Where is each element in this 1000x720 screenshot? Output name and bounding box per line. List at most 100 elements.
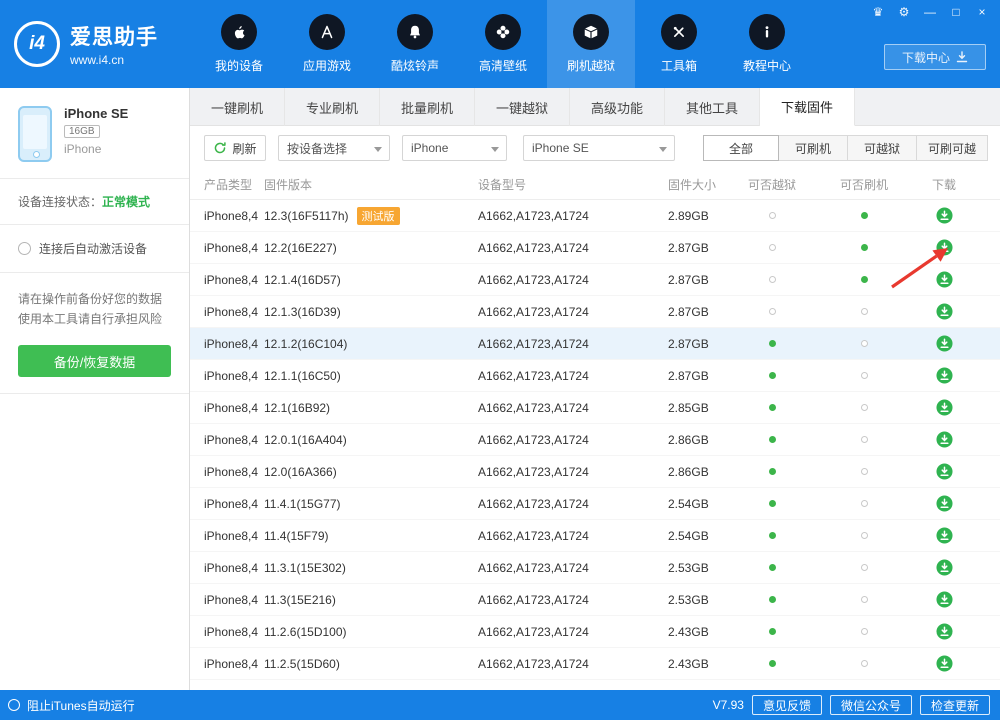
download-center-button[interactable]: 下载中心 [884, 44, 986, 70]
segment-button-2[interactable]: 可越狱 [847, 135, 917, 161]
footer-button-1[interactable]: 微信公众号 [830, 695, 912, 715]
table-row[interactable]: iPhone8,412.1.3(16D39)A1662,A1723,A17242… [190, 296, 1000, 328]
download-button[interactable] [936, 591, 953, 608]
download-button[interactable] [936, 655, 953, 672]
table-row[interactable]: iPhone8,411.4.1(15G77)A1662,A1723,A17242… [190, 488, 1000, 520]
device-model-cell: A1662,A1723,A1724 [478, 209, 668, 223]
vip-icon[interactable]: ♛ [870, 4, 886, 20]
nav-item-box[interactable]: 刷机越狱 [547, 0, 635, 88]
download-button[interactable] [936, 335, 953, 352]
flashable-indicator [814, 500, 914, 507]
flashable-indicator [814, 308, 914, 315]
footer-button-0[interactable]: 意见反馈 [752, 695, 822, 715]
firmware-version-cell: 12.1.2(16C104) [264, 337, 478, 351]
segment-button-3[interactable]: 可刷可越 [916, 135, 988, 161]
backup-restore-button[interactable]: 备份/恢复数据 [18, 345, 171, 377]
firmware-version-cell: 12.0(16A366) [264, 465, 478, 479]
table-row[interactable]: iPhone8,412.1.4(16D57)A1662,A1723,A17242… [190, 264, 1000, 296]
table-row[interactable]: iPhone8,412.1(16B92)A1662,A1723,A17242.8… [190, 392, 1000, 424]
table-row[interactable]: iPhone8,412.0(16A366)A1662,A1723,A17242.… [190, 456, 1000, 488]
brand-dropdown[interactable]: iPhone [402, 135, 507, 161]
maximize-icon[interactable]: □ [948, 4, 964, 20]
col-header-flash: 可否刷机 [814, 176, 914, 193]
nav-item-wallpaper[interactable]: 高清壁纸 [459, 0, 547, 88]
brand-name: 爱思助手 [70, 21, 158, 51]
select-mode-dropdown[interactable]: 按设备选择 [278, 135, 390, 161]
device-model-cell: A1662,A1723,A1724 [478, 657, 668, 671]
segment-button-0[interactable]: 全部 [703, 135, 779, 161]
tab-1[interactable]: 专业刷机 [285, 88, 380, 126]
auto-activate-toggle[interactable]: 连接后自动激活设备 [0, 225, 189, 273]
device-model-label: iPhone [64, 142, 128, 156]
product-type-cell: iPhone8,4 [204, 337, 264, 351]
refresh-button[interactable]: 刷新 [204, 135, 266, 161]
download-button[interactable] [936, 495, 953, 512]
col-header-product: 产品类型 [204, 176, 264, 193]
download-button[interactable] [936, 271, 953, 288]
nav-item-appstore[interactable]: 应用游戏 [283, 0, 371, 88]
flashable-indicator [814, 564, 914, 571]
table-row[interactable]: iPhone8,411.2.6(15D100)A1662,A1723,A1724… [190, 616, 1000, 648]
model-dropdown[interactable]: iPhone SE [523, 135, 675, 161]
firmware-version-cell: 12.1.4(16D57) [264, 273, 478, 287]
download-button[interactable] [936, 239, 953, 256]
firmware-version-cell: 11.3(15E216) [264, 593, 478, 607]
nav-item-apple[interactable]: 我的设备 [195, 0, 283, 88]
footer-button-2[interactable]: 检查更新 [920, 695, 990, 715]
download-button[interactable] [936, 303, 953, 320]
tab-5[interactable]: 其他工具 [665, 88, 760, 126]
device-model-cell: A1662,A1723,A1724 [478, 273, 668, 287]
firmware-version-cell: 11.3.1(15E302) [264, 561, 478, 575]
nav-item-label: 工具箱 [661, 57, 697, 74]
download-button[interactable] [936, 367, 953, 384]
nav-item-toolbox[interactable]: 工具箱 [635, 0, 723, 88]
device-capacity-badge: 16GB [64, 125, 100, 138]
table-row[interactable]: iPhone8,411.2.5(15D60)A1662,A1723,A17242… [190, 648, 1000, 680]
table-row[interactable]: iPhone8,412.2(16E227)A1662,A1723,A17242.… [190, 232, 1000, 264]
table-row[interactable]: iPhone8,411.3.1(15E302)A1662,A1723,A1724… [190, 552, 1000, 584]
download-button[interactable] [936, 527, 953, 544]
download-button[interactable] [936, 399, 953, 416]
table-row[interactable]: iPhone8,412.0.1(16A404)A1662,A1723,A1724… [190, 424, 1000, 456]
table-row[interactable]: iPhone8,411.3(15E216)A1662,A1723,A17242.… [190, 584, 1000, 616]
download-button[interactable] [936, 463, 953, 480]
flashable-indicator [814, 468, 914, 475]
top-bar: i4 爱思助手 www.i4.cn 我的设备应用游戏酷炫铃声高清壁纸刷机越狱工具… [0, 0, 1000, 88]
download-button[interactable] [936, 623, 953, 640]
device-model-cell: A1662,A1723,A1724 [478, 625, 668, 639]
close-icon[interactable]: × [974, 4, 990, 20]
firmware-size-cell: 2.86GB [668, 465, 730, 479]
firmware-size-cell: 2.85GB [668, 401, 730, 415]
settings-icon[interactable]: ⚙ [896, 4, 912, 20]
nav-item-bell[interactable]: 酷炫铃声 [371, 0, 459, 88]
block-itunes-toggle[interactable]: 阻止iTunes自动运行 [8, 697, 135, 714]
brand-value: iPhone [411, 141, 448, 155]
nav-item-info[interactable]: 教程中心 [723, 0, 811, 88]
download-button[interactable] [936, 559, 953, 576]
download-button[interactable] [936, 207, 953, 224]
beta-badge: 测试版 [357, 207, 400, 225]
firmware-version-cell: 11.4(15F79) [264, 529, 478, 543]
tab-6[interactable]: 下载固件 [760, 88, 855, 126]
tab-0[interactable]: 一键刷机 [190, 88, 285, 126]
firmware-size-cell: 2.87GB [668, 241, 730, 255]
table-row[interactable]: iPhone8,411.4(15F79)A1662,A1723,A17242.5… [190, 520, 1000, 552]
product-type-cell: iPhone8,4 [204, 401, 264, 415]
product-type-cell: iPhone8,4 [204, 209, 264, 223]
table-row[interactable]: iPhone8,412.1.2(16C104)A1662,A1723,A1724… [190, 328, 1000, 360]
minimize-icon[interactable]: — [922, 4, 938, 20]
download-button[interactable] [936, 431, 953, 448]
table-row[interactable]: iPhone8,412.3(16F5117h)测试版A1662,A1723,A1… [190, 200, 1000, 232]
sidebar: iPhone SE 16GB iPhone 设备连接状态：正常模式 连接后自动激… [0, 88, 190, 690]
tab-2[interactable]: 批量刷机 [380, 88, 475, 126]
segment-button-1[interactable]: 可刷机 [778, 135, 848, 161]
connection-status: 设备连接状态：正常模式 [0, 179, 189, 225]
device-info: iPhone SE 16GB iPhone [0, 88, 189, 179]
device-model-cell: A1662,A1723,A1724 [478, 529, 668, 543]
product-type-cell: iPhone8,4 [204, 593, 264, 607]
firmware-size-cell: 2.53GB [668, 593, 730, 607]
tab-3[interactable]: 一键越狱 [475, 88, 570, 126]
tab-4[interactable]: 高级功能 [570, 88, 665, 126]
firmware-filter-segments: 全部可刷机可越狱可刷可越 [703, 135, 988, 161]
table-row[interactable]: iPhone8,412.1.1(16C50)A1662,A1723,A17242… [190, 360, 1000, 392]
